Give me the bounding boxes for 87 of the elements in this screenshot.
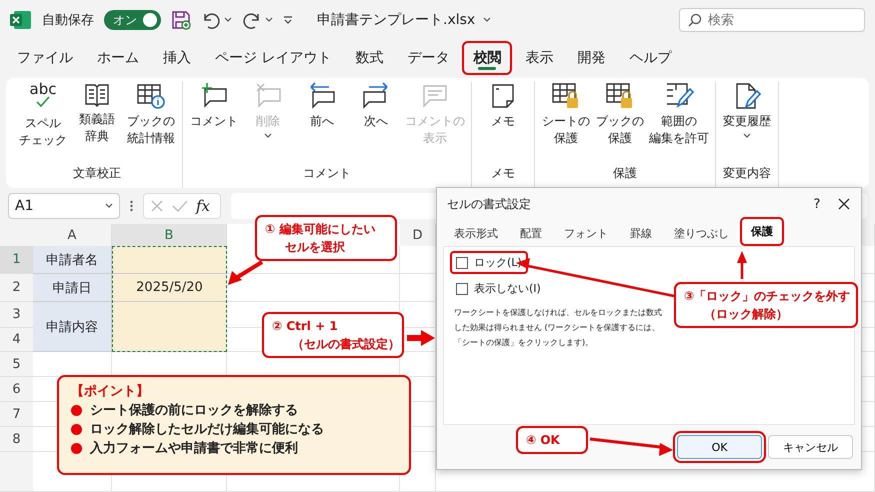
menu-tab[interactable]: 開発	[566, 41, 616, 75]
row-header[interactable]: 1	[0, 246, 33, 274]
grid-pencil-icon	[664, 82, 694, 110]
book-icon	[83, 82, 111, 108]
menu-tab[interactable]: ファイル	[6, 41, 84, 75]
search-field[interactable]: 検索	[679, 8, 865, 32]
menu-tab[interactable]: 表示	[514, 41, 564, 75]
tip-text: 入力フォームや申請書で非常に便利	[90, 440, 298, 457]
tip-text: ロック解除したセルだけ編集可能になる	[90, 421, 324, 438]
bullet-icon	[71, 442, 82, 454]
chevron-down-icon	[224, 17, 232, 23]
ribbon-button[interactable]: 前へ	[297, 82, 347, 165]
cell-value: 2025/5/20	[136, 280, 203, 295]
menu-tab[interactable]: ホーム	[86, 41, 150, 75]
bullet-icon	[71, 424, 82, 434]
row-header[interactable]: 8	[0, 427, 33, 452]
chevron-down-icon	[483, 17, 492, 23]
save-icon[interactable]	[171, 10, 191, 30]
description-text: ワークシートを保護しなければ、セルをロックまたは数式 した効果は得られません (ワークシートを保護するには、 「シートの保護」をクリックします)。	[454, 307, 662, 349]
menu-tab[interactable]: 校閲	[462, 41, 512, 75]
help-button[interactable]: ?	[805, 196, 829, 212]
table-cell: 申請日	[33, 274, 112, 302]
tip-text: シート保護の前にロックを解除する	[90, 402, 298, 419]
row-header[interactable]: 3	[0, 302, 33, 328]
chevron-down-icon	[265, 17, 273, 23]
app-icon[interactable]	[10, 10, 32, 30]
ribbon-button[interactable]: ブックの 統計情報	[126, 82, 176, 165]
callout: ③「ロック」のチェックを外す （ロック解除）	[674, 282, 858, 328]
ribbon-button[interactable]: 範囲の 編集を許可	[649, 82, 709, 165]
callout: ② Ctrl + 1 （セルの書式設定）	[262, 312, 404, 358]
row-header[interactable]: 5	[0, 352, 33, 377]
menu-tab[interactable]: ページ レイアウト	[204, 41, 342, 75]
chevron-down-icon	[105, 203, 113, 209]
column-header[interactable]: D	[400, 224, 436, 246]
ribbon-button[interactable]: メモ	[478, 82, 528, 165]
ribbon-button[interactable]: コメント	[189, 82, 239, 165]
checkbox[interactable]	[456, 282, 468, 294]
group-label: メモ	[491, 165, 515, 182]
ribbon-button[interactable]: 類義語 辞典	[72, 82, 122, 165]
check-icon[interactable]	[172, 199, 188, 213]
ribbon-button[interactable]: 変更履歴	[722, 82, 772, 165]
menu-tab[interactable]: 挿入	[152, 41, 202, 75]
checkbox[interactable]	[456, 256, 468, 268]
row-header[interactable]: 4	[0, 328, 33, 352]
column-header[interactable]: A	[33, 224, 112, 246]
table-cell: 申請内容	[33, 302, 112, 352]
ribbon-button[interactable]: シートの 保護	[541, 82, 591, 165]
close-icon[interactable]	[837, 197, 851, 211]
menu-tab[interactable]: ヘルプ	[618, 41, 682, 75]
tip-title: 【ポイント】	[71, 383, 150, 400]
checkbox-row[interactable]: 表示しない(I)	[450, 277, 547, 300]
group-label: コメント	[303, 165, 351, 182]
group-label: 変更内容	[723, 165, 771, 182]
comment-plus-icon	[199, 82, 229, 110]
arrow	[228, 260, 264, 285]
table-cell: 申請者名	[33, 246, 112, 274]
row-header[interactable]: 7	[0, 402, 33, 427]
redo-icon[interactable]	[242, 11, 262, 29]
menu-tab[interactable]: データ	[396, 41, 460, 75]
customize-icon[interactable]	[283, 15, 293, 25]
grid-lock-icon	[605, 82, 635, 110]
more-icon[interactable]	[130, 200, 133, 212]
callout: ① 編集可能にしたい セルを選択	[255, 215, 397, 261]
insert-function-button[interactable]: fx	[196, 197, 210, 215]
ribbon-button[interactable]: abc スペル チェック	[18, 82, 68, 165]
name-box[interactable]: A1	[8, 193, 120, 219]
file-name: 申請書テンプレート.xlsx	[317, 11, 476, 29]
search-icon	[688, 13, 702, 27]
table-info-icon	[136, 82, 166, 110]
dialog-button[interactable]: キャンセル	[768, 435, 853, 459]
dialog-title: セルの書式設定	[447, 196, 532, 212]
row-header[interactable]: 6	[0, 377, 33, 402]
arrow	[737, 251, 747, 279]
autosave-label: 自動保存	[42, 12, 94, 29]
ribbon-button[interactable]: ブックの 保護	[595, 82, 645, 165]
row-header[interactable]: 2	[0, 274, 33, 302]
group-label: 保護	[613, 165, 637, 182]
group-label: 文章校正	[73, 165, 121, 182]
menu-tab[interactable]: 数式	[344, 41, 394, 75]
column-header[interactable]: B	[112, 224, 227, 246]
ribbon-button[interactable]: 次へ	[351, 82, 401, 165]
grid-lock-icon	[551, 82, 581, 110]
autosave-toggle[interactable]: オン	[104, 10, 161, 30]
bullet-icon	[71, 404, 82, 416]
arrow	[407, 330, 435, 346]
dialog-tab[interactable]: 保護	[740, 217, 784, 246]
callout: ④ OK	[516, 426, 588, 454]
